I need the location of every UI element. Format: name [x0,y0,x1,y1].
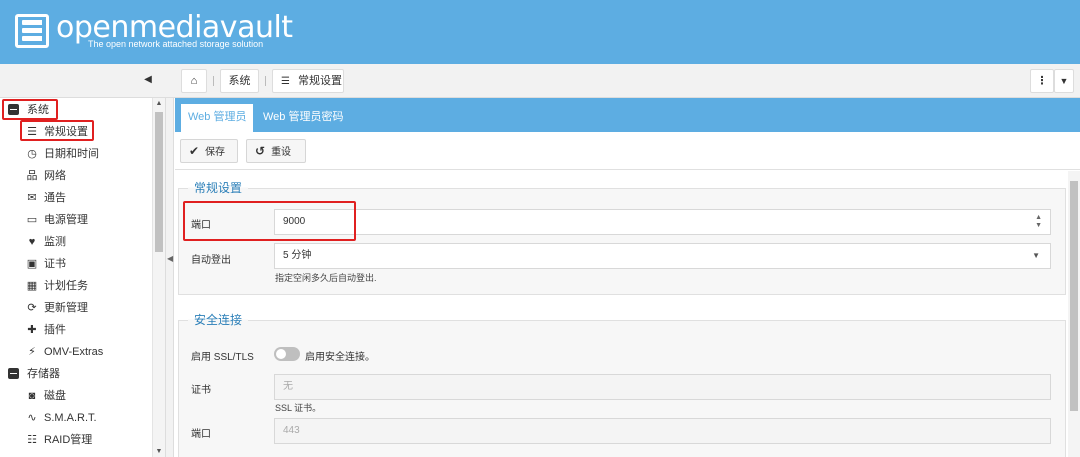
undo-icon: ↺ [255,144,266,158]
sidebar-item-scheduled-jobs[interactable]: ▦ 计划任务 [0,275,152,297]
sidebar-item-smart[interactable]: ∿ S.M.A.R.T. [0,407,152,429]
chevron-down-icon: ▼ [1032,251,1040,260]
envelope-icon: ✉ [27,192,37,204]
tab-web-admin-password[interactable]: Web 管理员密码 [256,102,350,132]
logo-icon [15,14,49,48]
ssl-toggle-label: 启用安全连接。 [305,352,375,363]
dropdown-caret-button[interactable]: ▼ [1054,69,1074,93]
pulse-icon: ∿ [27,412,37,424]
sidebar-item-network[interactable]: 品 网络 [0,165,152,187]
check-icon: ✔ [189,144,200,158]
sidebar-item-label: S.M.A.R.T. [44,412,97,424]
action-bar: ✔ 保存 ↺ 重设 [175,132,1080,170]
sidebar-item-label: RAID管理 [44,434,93,446]
secure-connection-fieldset: 安全连接 启用 SSL/TLS 启用安全连接。 证书 无 SSL 证书。 端口 … [178,311,1066,457]
sidebar-item-raid[interactable]: ☷ RAID管理 [0,429,152,451]
tab-web-admin[interactable]: Web 管理员 [181,102,254,132]
breadcrumb-general-settings[interactable]: ☰ 常规设置 [272,69,344,93]
certificate-select[interactable]: 无 [274,374,1051,400]
sidebar-item-label: 日期和时间 [44,148,99,160]
minus-box-icon[interactable] [6,363,20,385]
calendar-clock-icon: ▦ [26,280,38,292]
autologout-value: 5 分钟 [283,250,312,261]
scroll-up-arrow[interactable]: ▲ [153,100,165,107]
sidebar-scroll-thumb[interactable] [155,112,163,252]
save-button[interactable]: ✔ 保存 [180,139,238,163]
certificate-icon: ▣ [26,258,38,270]
puzzle-icon: ✚ [27,324,37,336]
sidebar-item-label: 计划任务 [44,280,88,292]
port-input[interactable]: 9000 ▲ ▼ [274,209,1051,235]
reset-button[interactable]: ↺ 重设 [246,139,306,163]
home-icon: ⌂ [190,75,198,87]
ssl-port-label: 端口 [191,429,211,440]
ssl-toggle[interactable] [274,347,300,361]
sidebar-item-label: 插件 [44,324,66,336]
autologout-select[interactable]: 5 分钟 ▼ [274,243,1051,269]
breadcrumb-label: 常规设置 [298,75,342,87]
sidebar-item-monitoring[interactable]: ♥ 监测 [0,231,152,253]
plug-icon: ⚡ [28,346,36,358]
clock-icon: ◷ [27,148,37,160]
app-subtitle: The open network attached storage soluti… [88,39,264,49]
sidebar-item-label: 磁盘 [44,390,66,402]
sidebar-item-label: 网络 [44,170,66,182]
breadcrumb-toolbar: ◀ ⌂ 系统 ☰ 常规设置 ⋮ ▼ [0,64,1080,98]
disk-icon: ◙ [28,390,36,402]
sidebar-item-label: OMV-Extras [44,346,104,358]
sidebar-item-label: 电源管理 [44,214,88,226]
ssl-port-input[interactable]: 443 [274,418,1051,444]
sidebar-item-label: 监测 [44,236,66,248]
reset-label: 重设 [271,147,292,158]
certificate-value: 无 [283,381,293,392]
general-settings-fieldset: 常规设置 端口 9000 ▲ ▼ 自动登出 5 分钟 ▼ 指定空闲多久后自动登出. [178,179,1066,295]
sidebar-splitter[interactable]: ◀ [166,98,174,457]
sliders-icon: ☰ [281,76,290,87]
sidebar-scrollbar[interactable]: ▲ ▼ [152,98,165,457]
breadcrumb-system[interactable]: 系统 [220,69,259,93]
collapse-sidebar-button[interactable]: ◀ [140,72,156,88]
highlight-box-port [183,201,356,241]
ssl-label: 启用 SSL/TLS [191,352,254,363]
collapse-left-icon[interactable]: ◀ [167,254,173,263]
content-scroll-thumb[interactable] [1070,181,1078,411]
sidebar-item-label: 更新管理 [44,302,88,314]
sidebar: 系统 ☰ 常规设置 ◷ 日期和时间 品 网络 ✉ 通告 ▭ 电源管理 ♥ 监测 … [0,98,166,457]
sidebar-item-date-time[interactable]: ◷ 日期和时间 [0,143,152,165]
more-menu-button[interactable]: ⋮ [1030,69,1054,93]
settings-form: 常规设置 端口 9000 ▲ ▼ 自动登出 5 分钟 ▼ 指定空闲多久后自动登出.… [175,171,1068,457]
port-spinner-icon[interactable]: ▲ ▼ [1035,214,1042,230]
scroll-down-arrow[interactable]: ▼ [153,448,165,455]
database-icon: ☷ [27,434,37,446]
autologout-label: 自动登出 [191,255,231,266]
save-label: 保存 [205,147,226,158]
ssl-port-value: 443 [283,425,300,436]
certificate-label: 证书 [191,385,211,396]
sidebar-item-label: 存储器 [27,368,60,380]
sidebar-item-omv-extras[interactable]: ⚡ OMV-Extras [0,341,152,363]
refresh-icon: ⟳ [27,302,37,314]
sidebar-item-disks[interactable]: ◙ 磁盘 [0,385,152,407]
heartbeat-icon: ♥ [28,236,36,248]
sidebar-item-label: 通告 [44,192,66,204]
sidebar-item-label: 证书 [44,258,66,270]
highlight-box-system [2,99,58,120]
content-scrollbar[interactable] [1068,171,1080,457]
autologout-hint: 指定空闲多久后自动登出. [275,273,377,283]
sidebar-item-plugins[interactable]: ✚ 插件 [0,319,152,341]
sidebar-item-update-management[interactable]: ⟳ 更新管理 [0,297,152,319]
battery-icon: ▭ [26,214,38,226]
secure-connection-legend: 安全连接 [188,311,249,328]
tab-bar: Web 管理员 Web 管理员密码 [175,98,1080,132]
certificate-hint: SSL 证书。 [275,403,322,413]
highlight-box-general-settings [20,120,94,141]
sidebar-item-notification[interactable]: ✉ 通告 [0,187,152,209]
network-icon: 品 [26,170,38,182]
app-header: openmediavault The open network attached… [0,0,1080,64]
sidebar-item-power[interactable]: ▭ 电源管理 [0,209,152,231]
sidebar-item-certificates[interactable]: ▣ 证书 [0,253,152,275]
sidebar-item-storage[interactable]: 存储器 [0,363,152,385]
home-button[interactable]: ⌂ [181,69,207,93]
general-settings-legend: 常规设置 [188,179,249,196]
